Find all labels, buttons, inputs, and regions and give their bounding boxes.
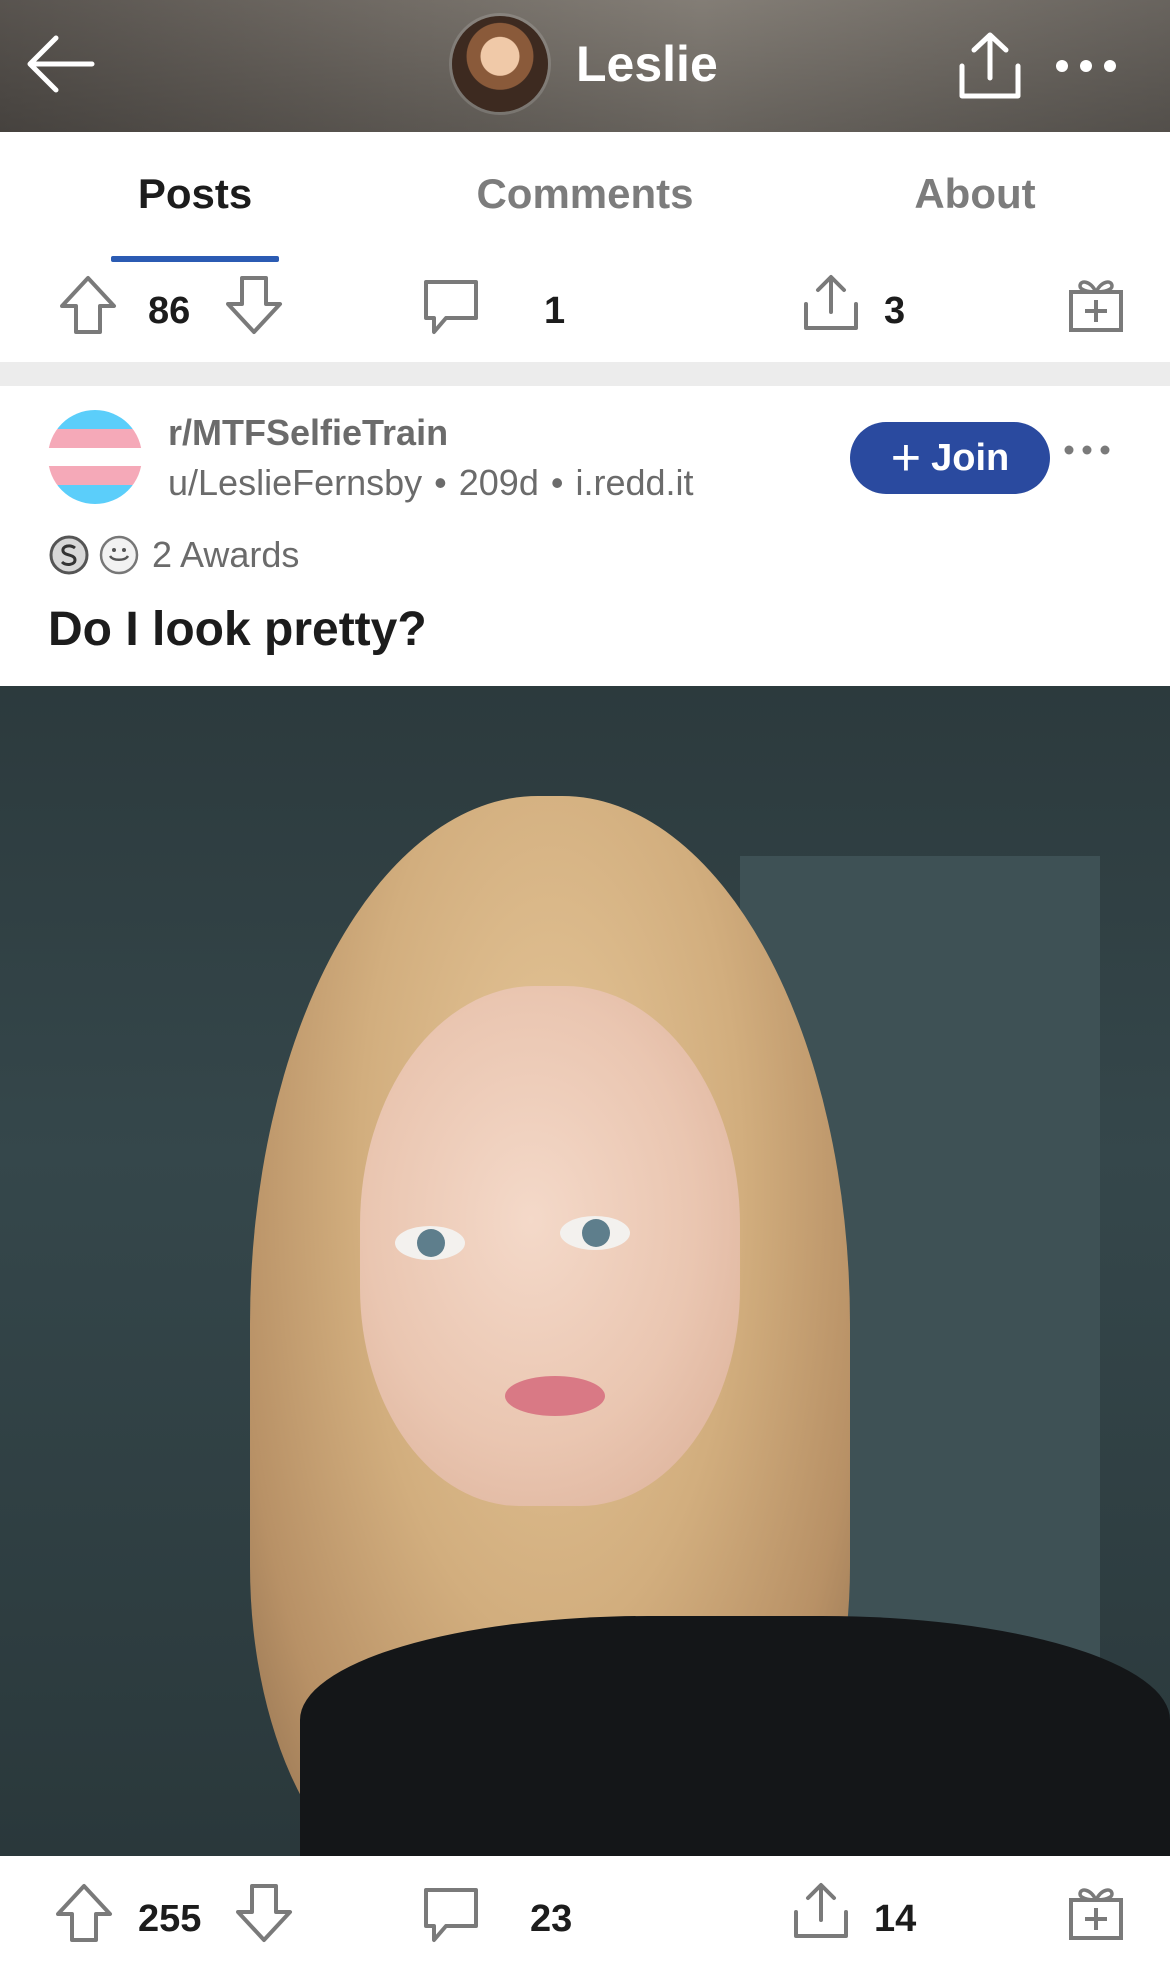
awards-row[interactable]: 2 Awards [48, 534, 299, 576]
plus-icon: + [890, 429, 922, 487]
join-label: Join [931, 436, 1010, 479]
separator-dot: • [434, 462, 447, 503]
upvote-button[interactable] [58, 274, 118, 336]
post-age: 209d [458, 462, 539, 503]
downvote-arrow-icon [236, 1884, 292, 1942]
black-top [300, 1616, 1170, 1856]
downvote-button[interactable] [234, 1882, 294, 1944]
share-icon [804, 275, 858, 330]
silver-award-icon [49, 535, 89, 575]
award-button[interactable] [1066, 1882, 1126, 1942]
left-eye [395, 1226, 465, 1260]
tab-about[interactable]: About [914, 170, 1035, 218]
profile-identity: Leslie [452, 16, 718, 112]
more-horizontal-icon [1064, 445, 1110, 455]
post-image[interactable] [0, 686, 1170, 1856]
post-card-header: r/MTFSelfieTrain u/LeslieFernsby • 209d • i.… [0, 386, 1170, 686]
comment-count: 1 [544, 290, 566, 332]
share-button[interactable] [950, 26, 1030, 106]
more-horizontal-icon [1056, 60, 1116, 72]
post-action-bar: 255 23 14 [0, 1868, 1170, 1968]
share-post-button[interactable] [800, 272, 862, 334]
share-count: 14 [874, 1898, 917, 1940]
downvote-arrow-icon [226, 276, 282, 334]
share-icon [794, 1883, 848, 1938]
comments-button[interactable] [420, 276, 482, 338]
post-meta: u/LeslieFernsby • 209d • i.redd.it [168, 462, 694, 504]
downvote-button[interactable] [224, 274, 284, 336]
post-options-button[interactable] [1062, 430, 1126, 470]
tab-comments[interactable]: Comments [476, 170, 693, 218]
comment-bubble-icon [424, 280, 478, 334]
post-title[interactable]: Do I look pretty? [48, 602, 427, 657]
gift-icon [1069, 1888, 1123, 1940]
profile-header: Leslie [0, 0, 1170, 132]
upvote-button[interactable] [54, 1882, 114, 1944]
gift-icon [1069, 280, 1123, 332]
more-options-button[interactable] [1046, 30, 1126, 102]
back-button[interactable] [18, 22, 102, 106]
upvote-arrow-icon [56, 1884, 112, 1942]
avatar [452, 16, 548, 112]
separator-dot: • [550, 462, 564, 503]
tab-posts[interactable]: Posts [138, 170, 252, 218]
post-domain[interactable]: i.redd.it [575, 462, 693, 503]
profile-tabs: Posts Comments About [0, 132, 1170, 264]
vote-score: 86 [148, 290, 191, 332]
share-count: 3 [884, 290, 906, 332]
lips [505, 1376, 605, 1416]
back-arrow-icon [27, 35, 95, 93]
subreddit-name[interactable]: r/MTFSelfieTrain [168, 412, 448, 454]
subreddit-icon[interactable] [48, 410, 142, 504]
join-button[interactable]: + Join [850, 422, 1050, 494]
previous-post-action-bar: 86 1 3 [0, 262, 1170, 362]
right-eye [560, 1216, 630, 1250]
share-post-button[interactable] [790, 1880, 852, 1942]
comments-button[interactable] [420, 1884, 482, 1946]
post-divider [0, 362, 1170, 386]
comment-bubble-icon [424, 1888, 478, 1942]
awards-count: 2 Awards [152, 534, 300, 575]
author-link[interactable]: u/LeslieFernsby [168, 462, 422, 503]
vote-score: 255 [138, 1898, 202, 1940]
wholesome-award-icon [99, 535, 139, 575]
share-icon [959, 32, 1021, 99]
page-title: Leslie [576, 36, 718, 92]
award-button[interactable] [1066, 274, 1126, 334]
comment-count: 23 [530, 1898, 573, 1940]
upvote-arrow-icon [60, 276, 116, 334]
